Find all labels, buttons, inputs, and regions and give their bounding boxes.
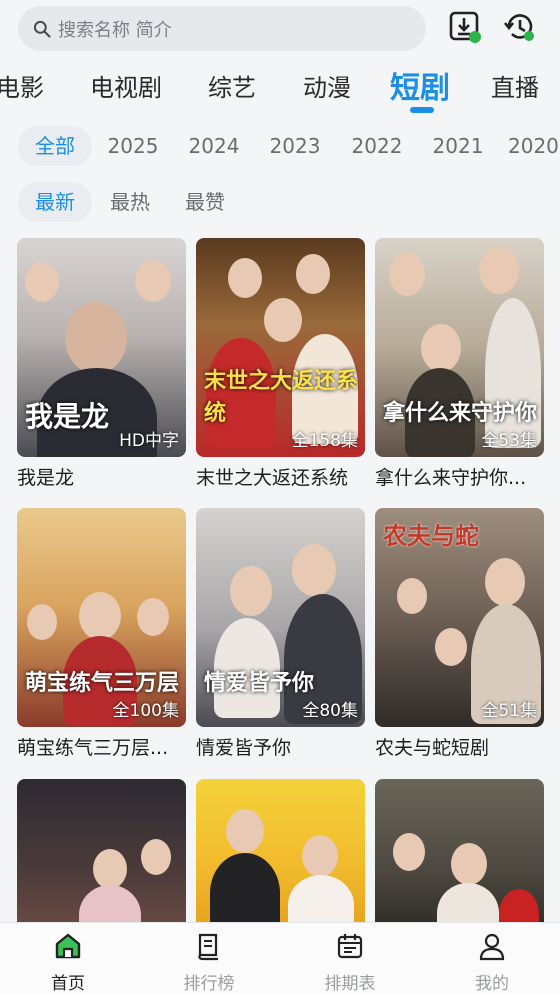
year-chip-2020[interactable]: 2020	[508, 126, 560, 166]
poster-caption: 农夫与蛇	[383, 521, 479, 550]
bottom-navigation: 首页 排行榜 排期表 我的	[0, 922, 560, 994]
nav-schedule[interactable]: 排期表	[300, 931, 400, 994]
drama-card[interactable]: 拿什么来守护你 全53集 拿什么来守护你...	[375, 238, 544, 490]
top-bar: 搜索名称 简介	[0, 0, 560, 60]
tab-short-drama[interactable]: 短剧	[390, 63, 450, 107]
nav-schedule-label: 排期表	[324, 974, 376, 994]
episode-badge: 全100集	[112, 701, 179, 721]
drama-title: 萌宝练气三万层...	[17, 737, 169, 759]
sort-filter: 最新 最热 最赞	[0, 182, 560, 222]
year-chip-2023[interactable]: 2023	[262, 126, 328, 166]
nav-home-label: 首页	[51, 974, 85, 994]
year-chip-2022[interactable]: 2022	[344, 126, 410, 166]
drama-card[interactable]	[375, 779, 544, 929]
nav-profile-label: 我的	[475, 974, 509, 994]
poster-caption: 情爱皆予你	[204, 670, 315, 696]
drama-card[interactable]: 我是龙 HD中字 我是龙	[17, 238, 186, 490]
drama-card[interactable]	[196, 779, 365, 929]
tab-movie[interactable]: 电影	[0, 68, 44, 103]
drama-card[interactable]: 末世之大返还系统 全158集 末世之大返还系统	[196, 238, 365, 490]
history-button[interactable]	[503, 10, 537, 44]
episode-badge: 全51集	[481, 701, 537, 721]
year-chip-2021[interactable]: 2021	[425, 126, 491, 166]
poster-image	[17, 779, 186, 929]
poster-caption: 我是龙	[25, 400, 110, 433]
drama-title: 情爱皆予你	[196, 737, 292, 759]
year-filter: 全部 2025 2024 2023 2022 2021 2020	[0, 126, 560, 168]
year-chip-2024[interactable]: 2024	[181, 126, 247, 166]
home-icon	[55, 933, 81, 959]
nav-ranking[interactable]: 排行榜	[159, 931, 259, 994]
episode-badge: HD中字	[119, 431, 179, 451]
poster-image: 情爱皆予你 全80集	[196, 508, 365, 727]
search-input[interactable]: 搜索名称 简介	[18, 6, 426, 51]
poster-caption: 萌宝练气三万层	[25, 670, 180, 696]
drama-title: 末世之大返还系统	[196, 467, 349, 489]
drama-title: 农夫与蛇短剧	[375, 737, 490, 759]
active-tab-indicator	[410, 107, 434, 113]
search-placeholder: 搜索名称 简介	[58, 19, 172, 41]
drama-card[interactable]: 农夫与蛇 全51集 农夫与蛇短剧	[375, 508, 544, 760]
search-icon	[33, 20, 51, 38]
episode-badge: 全80集	[302, 701, 358, 721]
category-tabs: 电影 电视剧 综艺 动漫 短剧 直播	[0, 60, 560, 116]
poster-image	[196, 779, 365, 929]
drama-title: 我是龙	[17, 467, 75, 489]
nav-profile[interactable]: 我的	[442, 931, 542, 994]
sort-hottest[interactable]: 最热	[98, 182, 162, 222]
download-button[interactable]	[448, 10, 482, 44]
tab-tv-series[interactable]: 电视剧	[90, 68, 162, 103]
download-icon	[449, 11, 481, 43]
poster-image: 拿什么来守护你 全53集	[375, 238, 544, 457]
sort-latest[interactable]: 最新	[18, 182, 92, 222]
history-icon	[503, 14, 534, 41]
year-chip-2025[interactable]: 2025	[100, 126, 166, 166]
poster-caption: 末世之大返还系统	[204, 368, 359, 426]
drama-card[interactable]	[17, 779, 186, 929]
sort-most-liked[interactable]: 最赞	[173, 182, 237, 222]
year-chip-all[interactable]: 全部	[18, 126, 92, 166]
nav-home[interactable]: 首页	[18, 931, 118, 994]
drama-card[interactable]: 情爱皆予你 全80集 情爱皆予你	[196, 508, 365, 760]
tab-variety[interactable]: 综艺	[208, 68, 256, 103]
profile-icon	[479, 933, 505, 961]
episode-badge: 全158集	[291, 431, 358, 451]
drama-title: 拿什么来守护你...	[375, 467, 527, 489]
tab-anime[interactable]: 动漫	[303, 68, 351, 103]
calendar-icon	[337, 934, 363, 959]
poster-image: 末世之大返还系统 全158集	[196, 238, 365, 457]
tab-live[interactable]: 直播	[491, 68, 539, 103]
poster-image: 我是龙 HD中字	[17, 238, 186, 457]
episode-badge: 全53集	[481, 431, 537, 451]
drama-card[interactable]: 萌宝练气三万层 全100集 萌宝练气三万层...	[17, 508, 186, 760]
poster-image: 农夫与蛇 全51集	[375, 508, 544, 727]
poster-caption: 拿什么来守护你	[383, 400, 538, 426]
ranking-icon	[198, 933, 218, 961]
poster-image	[375, 779, 544, 929]
poster-image: 萌宝练气三万层 全100集	[17, 508, 186, 727]
nav-ranking-label: 排行榜	[183, 974, 235, 994]
